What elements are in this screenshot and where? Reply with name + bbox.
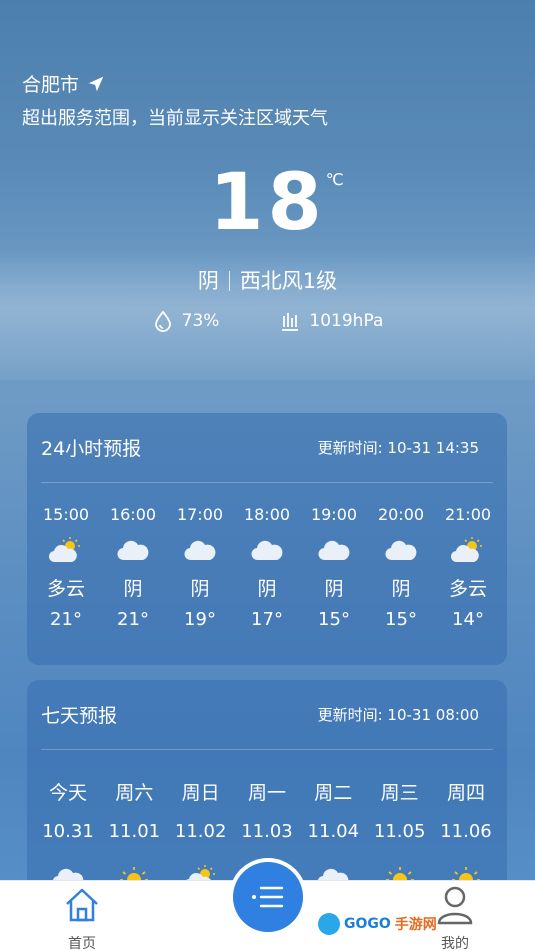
- cloud-icon: [167, 536, 233, 564]
- day-name: 周一: [247, 782, 286, 804]
- temperature-unit: ℃: [325, 170, 344, 189]
- cloud-icon: [234, 536, 300, 564]
- day-date: 10.31: [42, 821, 94, 842]
- daily-item[interactable]: 周日 11.02: [170, 778, 232, 894]
- hourly-updated: 更新时间: 10-31 14:35: [317, 439, 479, 457]
- hour-time: 16:00: [109, 505, 157, 524]
- location-header: 合肥市 超出服务范围，当前显示关注区域天气: [22, 70, 328, 130]
- daily-item[interactable]: 周四 11.06: [435, 778, 497, 894]
- day-name: 周三: [380, 782, 419, 804]
- divider: [228, 271, 230, 291]
- hourly-item: 16:00 阴 21°: [100, 505, 166, 630]
- hour-condition: 多云: [46, 578, 85, 600]
- hour-time: 20:00: [377, 505, 425, 524]
- pressure-gauge-icon: [282, 313, 299, 331]
- hour-condition: 阴: [257, 578, 277, 600]
- hour-time: 17:00: [176, 505, 224, 524]
- daily-updated: 更新时间: 10-31 08:00: [317, 706, 479, 724]
- humidity-metric: 73%: [152, 310, 220, 332]
- hour-temperature: 17°: [251, 609, 283, 630]
- service-notice: 超出服务范围，当前显示关注区域天气: [22, 108, 328, 129]
- pressure-value: 1019hPa: [309, 311, 384, 331]
- day-name: 周六: [115, 782, 154, 804]
- wind-text: 西北风1级: [239, 269, 338, 293]
- cloud-icon: [368, 536, 434, 564]
- menu-button[interactable]: [229, 858, 307, 936]
- tab-mine-label: 我的: [441, 936, 469, 951]
- menu-button-inner[interactable]: [233, 862, 303, 932]
- hourly-item: 17:00 阴 19°: [167, 505, 233, 630]
- hour-condition: 阴: [123, 578, 143, 600]
- daily-item[interactable]: 今天 10.31: [37, 778, 99, 894]
- current-temperature: 18 ℃: [209, 158, 344, 248]
- home-icon: [66, 888, 98, 922]
- hour-time: 19:00: [310, 505, 358, 524]
- humidity-drop-icon: [154, 310, 171, 332]
- hourly-list: 15:00 多云 21° 16:00 阴 21° 17:00 阴 19° 18:00 阴 17° 19:…: [27, 505, 507, 630]
- current-condition: 阴西北风1级: [0, 265, 535, 295]
- hour-condition: 阴: [190, 578, 210, 600]
- hour-temperature: 21°: [117, 609, 149, 630]
- hour-time: 15:00: [42, 505, 90, 524]
- condition-text: 阴: [197, 269, 219, 293]
- hour-time: 21:00: [444, 505, 492, 524]
- user-icon: [437, 886, 473, 925]
- tab-home[interactable]: 首页: [42, 885, 122, 951]
- day-date: 11.04: [307, 821, 360, 842]
- menu-list-icon: [252, 886, 284, 908]
- hourly-forecast-card: 24小时预报 更新时间: 10-31 14:35 15:00 多云 21° 16:00…: [27, 413, 507, 665]
- day-name: 今天: [48, 782, 87, 804]
- daily-item[interactable]: 周三 11.05: [369, 778, 431, 894]
- location-arrow-icon[interactable]: [87, 75, 105, 93]
- hour-condition: 阴: [324, 578, 344, 600]
- hourly-item: 21:00 多云 14°: [435, 505, 501, 630]
- hourly-title: 24小时预报: [41, 438, 142, 460]
- day-date: 11.06: [440, 821, 492, 842]
- cloud-icon: [301, 536, 367, 564]
- daily-title: 七天预报: [41, 705, 118, 727]
- watermark-cn: 手游网: [394, 917, 437, 933]
- pressure-metric: 1019hPa: [279, 310, 383, 332]
- current-temperature-block: 18 ℃: [0, 158, 535, 248]
- watermark-badge-icon: [318, 913, 340, 935]
- hourly-item: 18:00 阴 17°: [234, 505, 300, 630]
- day-date: 11.01: [108, 821, 161, 842]
- hourly-item: 19:00 阴 15°: [301, 505, 367, 630]
- day-date: 11.05: [373, 821, 426, 842]
- daily-item[interactable]: 周六 11.01: [103, 778, 165, 894]
- current-metrics: 73% 1019hPa: [0, 310, 535, 332]
- hour-temperature: 15°: [318, 609, 350, 630]
- day-date: 11.03: [241, 821, 293, 842]
- humidity-value: 73%: [181, 311, 220, 331]
- city-name[interactable]: 合肥市: [22, 70, 79, 97]
- watermark-brand: GOGO: [344, 916, 391, 932]
- cloud-icon: [100, 536, 166, 564]
- tab-home-label: 首页: [68, 936, 96, 951]
- hour-temperature: 19°: [184, 609, 216, 630]
- hour-temperature: 21°: [50, 609, 82, 630]
- city-row[interactable]: 合肥市: [22, 70, 328, 97]
- watermark-logo: GOGO 手游网: [318, 913, 437, 935]
- daily-item[interactable]: 周二 11.04: [302, 778, 364, 894]
- partly-cloudy-icon: [435, 536, 501, 564]
- hour-temperature: 15°: [385, 609, 417, 630]
- hourly-item: 15:00 多云 21°: [33, 505, 99, 630]
- day-name: 周二: [314, 782, 353, 804]
- day-name: 周日: [181, 782, 220, 804]
- partly-cloudy-icon: [33, 536, 99, 564]
- day-name: 周四: [446, 782, 485, 804]
- hour-condition: 阴: [391, 578, 411, 600]
- daily-card-header: 七天预报 更新时间: 10-31 08:00: [41, 680, 493, 750]
- hourly-card-header: 24小时预报 更新时间: 10-31 14:35: [41, 413, 493, 483]
- hourly-item: 20:00 阴 15°: [368, 505, 434, 630]
- hour-condition: 多云: [448, 578, 487, 600]
- day-date: 11.02: [174, 821, 227, 842]
- hour-temperature: 14°: [452, 609, 484, 630]
- hour-time: 18:00: [243, 505, 291, 524]
